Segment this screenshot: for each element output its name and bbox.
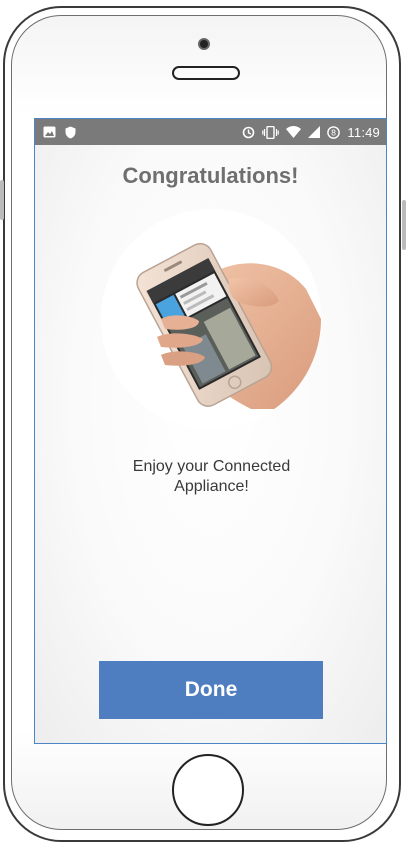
app-screen: 8 11:49 Congratulations! Enjoy your Conn… <box>34 118 387 744</box>
done-button[interactable]: Done <box>99 661 323 719</box>
hero-image <box>101 209 321 429</box>
power-button <box>402 200 406 250</box>
message-line-1: Enjoy your Connected <box>132 458 291 475</box>
status-time: 11:49 <box>347 124 380 140</box>
svg-text:8: 8 <box>331 128 336 137</box>
sync-icon <box>243 126 255 138</box>
home-button[interactable] <box>172 754 244 826</box>
success-message: Enjoy your Connected Appliance! <box>55 457 368 497</box>
vibrate-icon <box>262 125 280 139</box>
front-camera-icon <box>198 38 210 50</box>
wifi-icon <box>286 126 302 138</box>
signal-icon <box>308 126 321 138</box>
volume-button <box>0 180 4 220</box>
message-line-2: Appliance! <box>174 478 249 495</box>
page-title: Congratulations! <box>122 163 299 188</box>
earpiece-speaker-icon <box>172 66 240 80</box>
status-bar: 8 11:49 <box>35 119 386 145</box>
hand-holding-phone-icon <box>136 242 321 409</box>
image-icon <box>43 126 56 138</box>
battery-icon: 8 <box>327 125 341 139</box>
shield-icon <box>65 126 76 138</box>
